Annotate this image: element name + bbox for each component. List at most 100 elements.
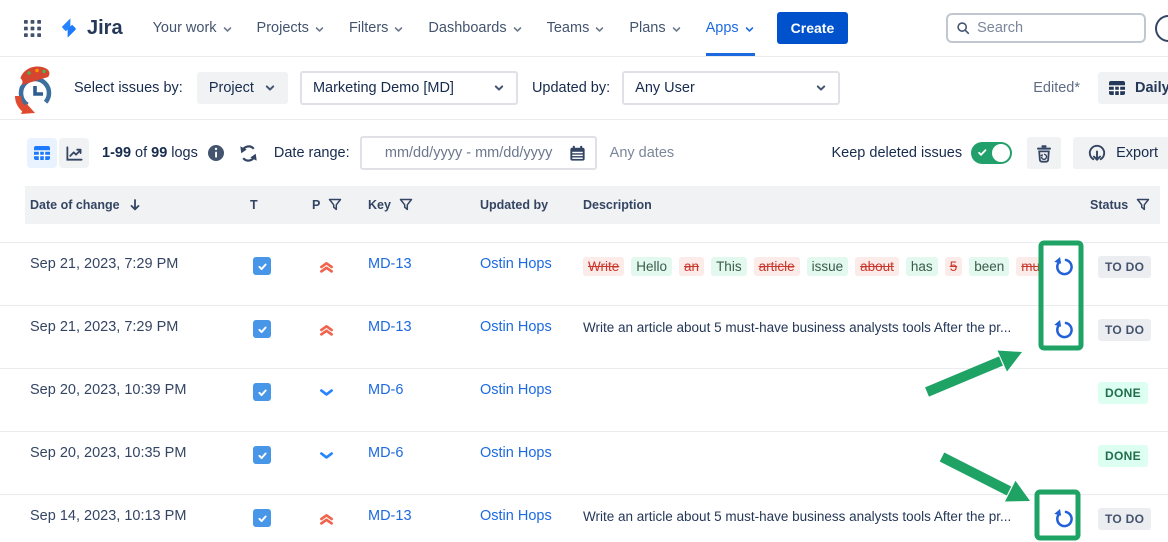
updated-by-select[interactable]: Any User	[622, 71, 840, 105]
deleted-issues-trash-button[interactable]	[1027, 137, 1061, 169]
jira-logo[interactable]: Jira	[58, 17, 123, 40]
restore-icon	[1053, 508, 1075, 530]
cell-priority	[308, 445, 368, 468]
column-header-updated-by[interactable]: Updated by	[480, 198, 583, 212]
keep-deleted-toggle[interactable]	[971, 142, 1012, 164]
nav-item-label: Apps	[706, 20, 739, 36]
search-icon	[956, 20, 970, 36]
table-row: Sep 21, 2023, 7:29 PM MD-13Ostin HopsWri…	[0, 242, 1168, 305]
filter-funnel-icon[interactable]	[399, 198, 413, 212]
issue-key-link[interactable]: MD-13	[368, 508, 412, 524]
jira-mark-icon	[58, 17, 80, 39]
cell-status: TO DO	[1088, 508, 1168, 530]
date-range-input[interactable]	[370, 145, 568, 161]
create-button[interactable]: Create	[777, 12, 849, 44]
status-badge: DONE	[1098, 382, 1148, 404]
help-icon[interactable]	[1155, 15, 1168, 42]
nav-item-label: Filters	[349, 20, 388, 36]
view-toggle	[27, 138, 89, 168]
column-label: Date of change	[30, 198, 120, 212]
cell-description: Write an article about 5 must-have busin…	[583, 508, 1040, 524]
updated-by-link[interactable]: Ostin Hops	[480, 382, 552, 398]
status-badge: TO DO	[1098, 256, 1151, 278]
search-input[interactable]	[977, 20, 1136, 36]
priority-highest-icon	[318, 258, 335, 275]
nav-item-projects[interactable]: Projects	[257, 0, 325, 56]
main-nav: Your work Projects Filters Dashboards Teams P…	[153, 0, 755, 56]
table-row: Sep 14, 2023, 10:13 PM MD-13Ostin HopsWr…	[0, 494, 1168, 542]
nav-item-your-work[interactable]: Your work	[153, 0, 233, 56]
revert-button[interactable]	[1053, 256, 1075, 278]
project-select[interactable]: Marketing Demo [MD]	[300, 71, 518, 105]
column-header-status[interactable]: Status	[1080, 198, 1160, 212]
sort-descending-icon[interactable]	[128, 198, 142, 212]
grid-dots-icon	[24, 20, 41, 37]
diff-token-removed: Write	[583, 257, 624, 276]
priority-highest-icon	[318, 510, 335, 527]
cell-type	[250, 382, 308, 402]
issue-key-link[interactable]: MD-6	[368, 382, 403, 398]
nav-item-filters[interactable]: Filters	[349, 0, 404, 56]
updated-by-link[interactable]: Ostin Hops	[480, 256, 552, 272]
priority-low-icon	[318, 447, 335, 464]
updated-by-link[interactable]: Ostin Hops	[480, 445, 552, 461]
revert-button[interactable]	[1053, 319, 1075, 341]
diff-token-removed: 5	[945, 257, 963, 276]
issue-key-link[interactable]: MD-13	[368, 319, 412, 335]
search-box[interactable]	[946, 13, 1146, 43]
cell-updated-by: Ostin Hops	[480, 382, 583, 398]
nav-item-label: Plans	[629, 20, 665, 36]
updated-by-link[interactable]: Ostin Hops	[480, 508, 552, 524]
cell-updated-by: Ostin Hops	[480, 445, 583, 461]
issue-selector-dropdown[interactable]: Project	[197, 72, 288, 104]
refresh-button[interactable]	[238, 143, 259, 164]
diff-token-added: Hello	[631, 257, 672, 276]
column-header-type[interactable]: T	[250, 198, 308, 212]
cell-priority	[308, 382, 368, 405]
export-button[interactable]: Export	[1073, 137, 1168, 169]
column-header-priority[interactable]: P	[308, 198, 368, 212]
column-header-key[interactable]: Key	[368, 198, 480, 212]
nav-item-apps[interactable]: Apps	[706, 0, 755, 56]
chevron-down-icon	[815, 82, 827, 94]
restore-icon	[1053, 256, 1075, 278]
column-header-date-of-change[interactable]: Date of change	[30, 198, 250, 212]
nav-item-dashboards[interactable]: Dashboards	[428, 0, 522, 56]
info-button[interactable]	[207, 144, 225, 162]
cell-description: Write an article about 5 must-have busin…	[583, 319, 1040, 335]
cell-date-of-change: Sep 21, 2023, 7:29 PM	[30, 319, 250, 335]
task-type-icon	[253, 446, 271, 464]
diff-token-removed: an	[679, 257, 704, 276]
cell-description: WriteHelloanThisarticleissueabouthas5bee…	[583, 256, 1040, 276]
table-view-button[interactable]	[27, 138, 57, 168]
column-header-description[interactable]: Description	[583, 198, 1032, 212]
revert-button[interactable]	[1053, 508, 1075, 530]
toggle-knob	[992, 144, 1010, 162]
select-issues-by-label: Select issues by:	[74, 80, 183, 96]
filter-funnel-icon[interactable]	[328, 198, 342, 212]
daily-view-button[interactable]: Daily a	[1098, 72, 1168, 104]
app-switcher-icon[interactable]	[18, 14, 46, 42]
cell-key: MD-6	[368, 445, 480, 461]
issue-history-page: Jira Your work Projects Filters Dashboards T…	[0, 0, 1168, 542]
chart-view-button[interactable]	[59, 138, 89, 168]
filter-funnel-icon[interactable]	[1136, 198, 1150, 212]
updated-by-label: Updated by:	[532, 80, 610, 96]
task-type-icon	[253, 257, 271, 275]
table-row: Sep 21, 2023, 7:29 PM MD-13 Ostin Hops Wri…	[0, 305, 1168, 368]
cell-type	[250, 508, 308, 528]
info-icon	[207, 144, 225, 162]
nav-item-plans[interactable]: Plans	[629, 0, 681, 56]
date-range-field[interactable]	[360, 136, 597, 170]
updated-by-link[interactable]: Ostin Hops	[480, 319, 552, 335]
calendar-icon[interactable]	[568, 144, 587, 163]
issue-key-link[interactable]: MD-6	[368, 445, 403, 461]
nav-item-teams[interactable]: Teams	[547, 0, 606, 56]
column-label: Status	[1090, 198, 1128, 212]
task-type-icon	[253, 509, 271, 527]
chevron-down-icon	[493, 82, 505, 94]
issue-key-link[interactable]: MD-13	[368, 256, 412, 272]
logs-unit: logs	[171, 145, 198, 161]
daily-button-label: Daily a	[1135, 80, 1168, 96]
chevron-down-icon	[393, 24, 404, 35]
